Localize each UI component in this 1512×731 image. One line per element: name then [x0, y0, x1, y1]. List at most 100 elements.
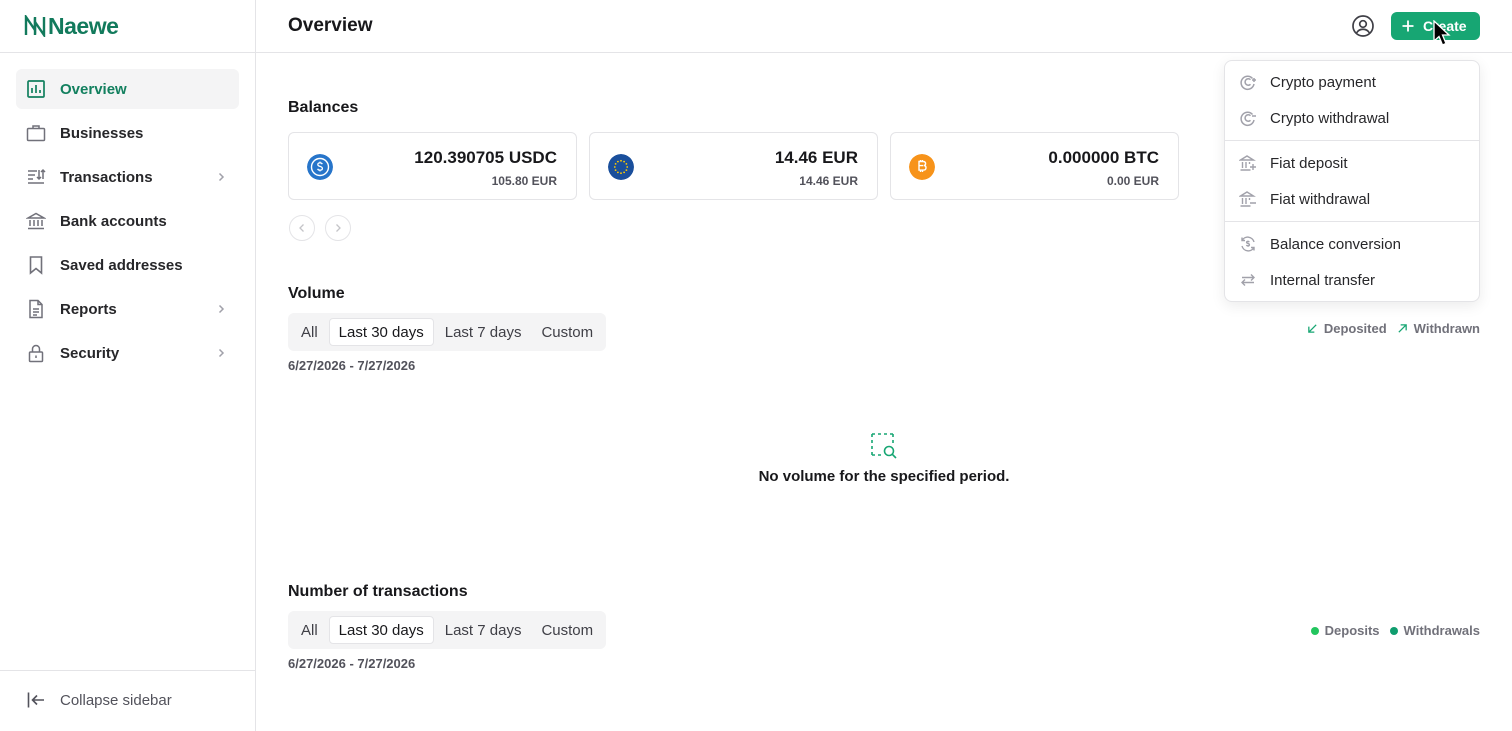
legend-label: Withdrawals: [1403, 623, 1480, 638]
legend-withdrawals: Withdrawals: [1389, 623, 1480, 638]
top-header: Overview Create: [256, 0, 1512, 53]
chevron-right-icon: [218, 172, 225, 182]
volume-period-filter: All Last 30 days Last 7 days Custom: [288, 313, 607, 351]
sidebar-item-label: Businesses: [60, 124, 144, 142]
balance-fiat-value: 0.00 EUR: [1106, 174, 1159, 188]
sidebar-divider: [0, 670, 256, 671]
transactions-legend: Deposits Withdrawals: [1310, 623, 1480, 638]
crypto-payment-icon: [1240, 75, 1256, 90]
carousel-next-button[interactable]: [325, 215, 351, 241]
document-icon: [29, 299, 43, 319]
chevron-right-icon: [218, 304, 225, 314]
volume-date-range: 6/27/2026 - 7/27/2026: [288, 358, 416, 373]
menu-item-fiat-withdrawal[interactable]: Fiat withdrawal: [1225, 181, 1479, 217]
legend-label: Withdrawn: [1413, 321, 1480, 336]
balances-title: Balances: [288, 99, 359, 116]
transactions-filter-all[interactable]: All: [292, 616, 327, 644]
naewe-logo-icon: [24, 15, 46, 37]
legend-withdrawn: Withdrawn: [1397, 321, 1480, 336]
menu-item-crypto-withdrawal[interactable]: Crypto withdrawal: [1225, 100, 1479, 136]
chevron-left-icon: [299, 224, 304, 232]
legend-label: Deposited: [1323, 321, 1387, 336]
balance-fiat-value: 105.80 EUR: [491, 174, 557, 188]
balance-card-eur[interactable]: 14.46 EUR 14.46 EUR: [589, 132, 878, 200]
transactions-icon: [28, 168, 46, 184]
app-root: Naewe Overview Businesses Transactions B…: [0, 0, 1512, 731]
user-circle-icon: [1352, 15, 1374, 37]
sidebar-item-overview[interactable]: Overview: [16, 69, 239, 109]
balance-card-usdc[interactable]: 120.390705 USDC 105.80 EUR: [288, 132, 577, 200]
sidebar-item-transactions[interactable]: Transactions: [16, 157, 239, 197]
transfer-arrows-icon: [1241, 274, 1255, 286]
user-account-button[interactable]: [1351, 14, 1375, 38]
bar-chart-icon: [27, 80, 45, 98]
bookmark-icon: [29, 256, 43, 275]
search-document-icon: [871, 433, 897, 459]
volume-filter-all[interactable]: All: [292, 318, 327, 346]
balance-amount: 120.390705 USDC: [414, 148, 557, 167]
sidebar-nav: Overview Businesses Transactions Bank ac…: [16, 69, 239, 377]
create-button[interactable]: Create: [1391, 12, 1480, 40]
collapse-left-icon: [27, 692, 44, 708]
legend-dot: [1389, 626, 1398, 635]
balance-amount: 14.46 EUR: [774, 148, 858, 167]
balance-card-btc[interactable]: 0.000000 BTC 0.00 EUR: [890, 132, 1179, 200]
menu-item-fiat-deposit[interactable]: Fiat deposit: [1225, 145, 1479, 181]
volume-filter-last-7-days[interactable]: Last 7 days: [436, 318, 531, 346]
menu-item-balance-conversion[interactable]: Balance conversion: [1225, 226, 1479, 262]
create-button-label: Create: [1423, 18, 1467, 34]
sidebar-item-saved-addresses[interactable]: Saved addresses: [16, 245, 239, 285]
chevron-right-icon: [218, 348, 225, 358]
plus-icon: [1402, 20, 1414, 32]
transactions-date-range: 6/27/2026 - 7/27/2026: [288, 656, 416, 671]
menu-item-crypto-payment[interactable]: Crypto payment: [1225, 64, 1479, 100]
sidebar-item-label: Bank accounts: [60, 212, 167, 230]
legend-deposits: Deposits: [1310, 623, 1380, 638]
menu-item-label: Balance conversion: [1270, 235, 1401, 253]
legend-label: Deposits: [1324, 623, 1380, 638]
carousel-prev-button[interactable]: [289, 215, 315, 241]
sidebar-item-label: Transactions: [60, 168, 153, 186]
page-title: Overview: [288, 15, 373, 36]
sidebar-item-label: Security: [60, 344, 120, 362]
menu-item-internal-transfer[interactable]: Internal transfer: [1225, 262, 1479, 298]
volume-filter-last-30-days[interactable]: Last 30 days: [328, 318, 434, 346]
chevron-right-icon: [336, 224, 341, 232]
transactions-filter-last-7-days[interactable]: Last 7 days: [436, 616, 531, 644]
bank-icon: [26, 212, 46, 230]
volume-legend: Deposited Withdrawn: [1307, 321, 1480, 336]
usdc-coin-icon: [307, 154, 333, 180]
sidebar-item-label: Reports: [60, 300, 117, 318]
menu-item-label: Crypto withdrawal: [1270, 109, 1390, 127]
sidebar-divider: [0, 52, 256, 53]
brand-name: Naewe: [48, 13, 119, 39]
create-dropdown-menu: Crypto payment Crypto withdrawal Fiat de…: [1224, 60, 1480, 302]
transactions-count-title: Number of transactions: [288, 583, 468, 600]
volume-empty-message: No volume for the specified period.: [758, 468, 1010, 485]
menu-item-label: Fiat withdrawal: [1270, 190, 1371, 208]
sidebar-item-businesses[interactable]: Businesses: [16, 113, 239, 153]
balance-fiat-value: 14.46 EUR: [799, 174, 858, 188]
sidebar-item-security[interactable]: Security: [16, 333, 239, 373]
sidebar: Naewe Overview Businesses Transactions B…: [0, 0, 256, 731]
menu-divider: [1225, 140, 1479, 141]
sidebar-item-label: Saved addresses: [60, 256, 183, 274]
brand-logo[interactable]: Naewe: [24, 13, 119, 39]
volume-empty-state: No volume for the specified period.: [256, 432, 1512, 485]
transactions-filter-last-30-days[interactable]: Last 30 days: [328, 616, 434, 644]
collapse-sidebar-label: Collapse sidebar: [60, 691, 172, 709]
transactions-period-filter: All Last 30 days Last 7 days Custom: [288, 611, 607, 649]
sidebar-item-label: Overview: [60, 80, 127, 98]
volume-filter-custom[interactable]: Custom: [532, 318, 602, 346]
arrow-down-left-icon: [1308, 324, 1317, 333]
menu-item-label: Crypto payment: [1270, 73, 1376, 91]
volume-title: Volume: [288, 285, 345, 302]
menu-item-label: Fiat deposit: [1270, 154, 1348, 172]
transactions-filter-custom[interactable]: Custom: [532, 616, 602, 644]
conversion-icon: [1241, 236, 1255, 252]
menu-divider: [1225, 221, 1479, 222]
arrow-up-right-icon: [1398, 324, 1407, 333]
sidebar-item-bank-accounts[interactable]: Bank accounts: [16, 201, 239, 241]
sidebar-item-reports[interactable]: Reports: [16, 289, 239, 329]
collapse-sidebar-button[interactable]: Collapse sidebar: [26, 690, 172, 710]
